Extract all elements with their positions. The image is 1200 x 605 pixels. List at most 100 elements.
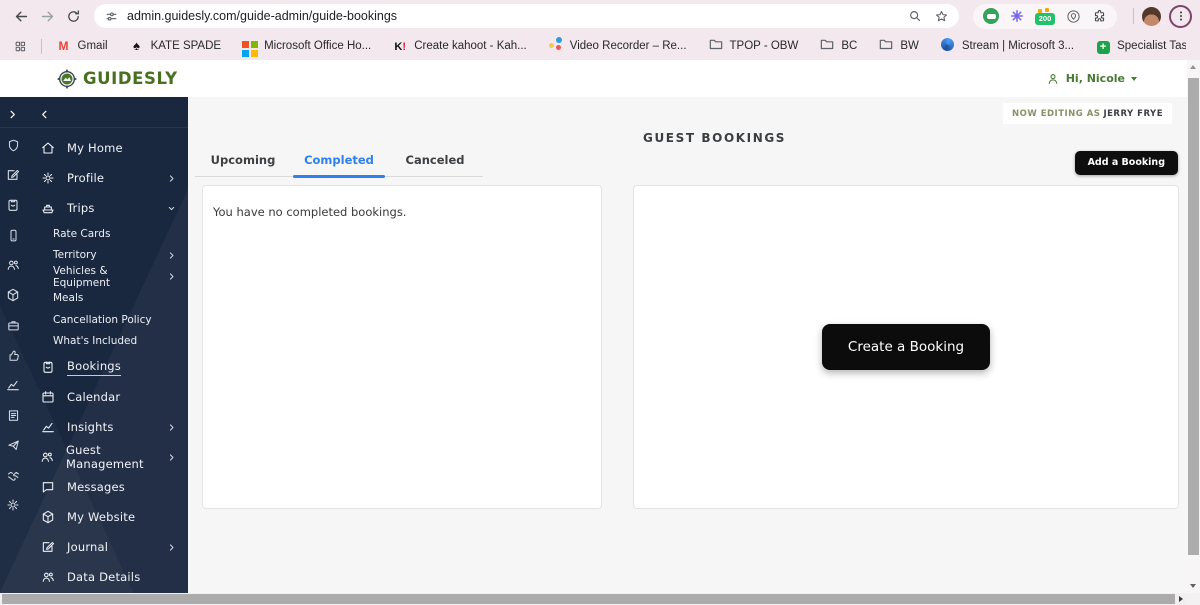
scrollbar-corner — [1187, 593, 1200, 605]
site-settings-icon[interactable] — [104, 9, 119, 24]
vertical-scrollbar[interactable] — [1187, 60, 1200, 593]
bookmark-kate-spade[interactable]: ♠KATE SPADE — [129, 37, 222, 55]
sidebar-item-data-details[interactable]: Data Details — [26, 562, 188, 592]
sidebar-item-my-home[interactable]: My Home — [26, 133, 188, 163]
sidebar-subitem-cancellation-policy[interactable]: Cancellation Policy — [26, 309, 188, 331]
sidebar-subitem-rate-cards[interactable]: Rate Cards — [26, 223, 188, 245]
main-content: NOW EDITING ASJERRY FRYE GUEST BOOKINGS … — [188, 97, 1187, 593]
sidebar-item-profile[interactable]: Profile — [26, 163, 188, 193]
sidebar: My HomeProfileTripsRate CardsTerritoryVe… — [0, 97, 188, 593]
chat-icon — [39, 479, 56, 495]
apps-grid-icon[interactable] — [14, 39, 27, 54]
sidebar-item-calendar[interactable]: Calendar — [26, 382, 188, 412]
gear-icon — [39, 170, 56, 186]
users-icon — [39, 569, 56, 585]
edit-icon — [5, 160, 21, 190]
vertical-scrollbar-thumb[interactable] — [1188, 78, 1199, 555]
location-pin-extension-icon[interactable] — [1066, 9, 1081, 24]
chevron-down-icon — [167, 204, 176, 213]
reload-button[interactable] — [60, 3, 86, 29]
home-icon — [39, 140, 56, 156]
profile-avatar[interactable] — [1142, 7, 1161, 26]
badge-icon — [5, 190, 21, 220]
sidebar-item-bookings[interactable]: Bookings — [26, 352, 188, 382]
chevron-left-icon — [39, 109, 50, 120]
sidebar-item-my-website[interactable]: My Website — [26, 502, 188, 532]
user-menu[interactable]: Hi, Nicole — [1046, 72, 1137, 86]
bookmark-star-icon[interactable] — [934, 9, 949, 24]
extensions-puzzle-icon[interactable] — [1092, 9, 1107, 24]
chevron-right-icon — [167, 543, 176, 552]
now-editing-prefix: NOW EDITING AS — [1012, 109, 1100, 119]
scroll-up-arrow-icon[interactable] — [1190, 65, 1196, 69]
brand-name: GUIDESLY — [83, 69, 178, 88]
briefcase-icon — [6, 310, 21, 340]
sidebar-subitem-vehicles-equipment[interactable]: Vehicles & Equipment — [26, 266, 188, 288]
back-arrow-icon — [13, 8, 30, 25]
forward-button[interactable] — [34, 3, 60, 29]
tab-upcoming[interactable]: Upcoming — [195, 148, 291, 176]
tab-canceled[interactable]: Canceled — [387, 148, 483, 176]
thumbs-up-icon — [6, 340, 21, 370]
sidebar-subitem-territory[interactable]: Territory — [26, 245, 188, 267]
phone-icon — [6, 220, 21, 250]
bookmark-create-kahoot-kah[interactable]: K!Create kahoot - Kah... — [392, 37, 527, 55]
chevron-right-icon — [167, 174, 176, 183]
microsoft-icon — [242, 35, 258, 57]
bookmark-video-recorder-re[interactable]: Video Recorder – Re... — [548, 36, 687, 57]
bookmark-stream-microsoft-3[interactable]: Stream | Microsoft 3... — [940, 36, 1074, 56]
chevron-right-icon — [167, 272, 176, 281]
guidesly-logo[interactable]: GUIDESLY — [56, 68, 178, 90]
back-button[interactable] — [8, 3, 34, 29]
sidebar-item-insights[interactable]: Insights — [26, 412, 188, 442]
sidebar-item-guest-management[interactable]: Guest Management — [26, 442, 188, 472]
horizontal-scrollbar-thumb[interactable] — [2, 594, 1175, 604]
now-editing-banner: NOW EDITING ASJERRY FRYE — [1003, 103, 1172, 124]
sidebar-item-trips[interactable]: Trips — [26, 193, 188, 223]
add-booking-button[interactable]: Add a Booking — [1075, 151, 1178, 175]
chevron-right-icon — [167, 251, 176, 260]
bot-extension-icon[interactable] — [983, 8, 999, 24]
address-bar[interactable]: admin.guidesly.com/guide-admin/guide-boo… — [94, 4, 959, 28]
now-editing-name: JERRY FRYE — [1103, 109, 1163, 119]
url-text[interactable]: admin.guidesly.com/guide-admin/guide-boo… — [127, 9, 900, 23]
sidebar-menu: My HomeProfileTripsRate CardsTerritoryVe… — [26, 133, 188, 592]
create-booking-button[interactable]: Create a Booking — [822, 324, 990, 370]
bookmark-bc[interactable]: BC — [819, 36, 857, 57]
asterisk-extension-icon[interactable] — [1010, 9, 1024, 23]
chevron-right-icon — [167, 453, 176, 462]
greeting-text: Hi, Nicole — [1066, 72, 1125, 85]
empty-state-message: You have no completed bookings. — [203, 186, 601, 238]
sidebar-subitem-what-s-included[interactable]: What's Included — [26, 331, 188, 353]
sidebar-item-messages[interactable]: Messages — [26, 472, 188, 502]
extensions-pill: 200 — [973, 4, 1117, 29]
collapse-sidebar-button[interactable] — [39, 105, 50, 124]
bookmark-bw[interactable]: BW — [878, 36, 919, 57]
browser-chrome: admin.guidesly.com/guide-admin/guide-boo… — [0, 0, 1200, 60]
boat-icon — [39, 200, 56, 216]
scroll-right-arrow-icon[interactable] — [1179, 596, 1183, 602]
sidebar-subitem-meals[interactable]: Meals — [26, 288, 188, 310]
sidebar-collapse-row — [0, 97, 188, 128]
compass-logo-icon — [56, 68, 78, 90]
sidebar-icon-rail — [0, 130, 26, 520]
bookings-tabs: UpcomingCompletedCanceled — [195, 148, 483, 177]
toolbar-divider — [1133, 8, 1134, 24]
zoom-icon[interactable] — [908, 9, 922, 23]
expand-rail-button[interactable] — [7, 105, 18, 124]
package-icon — [39, 509, 56, 525]
coupon-extension-icon[interactable]: 200 — [1035, 8, 1055, 25]
bookmarks-bar: MGmail ♠KATE SPADE Microsoft Office Ho... K… — [0, 32, 1200, 60]
caret-down-icon — [1131, 77, 1137, 81]
tab-completed[interactable]: Completed — [291, 148, 387, 176]
bookmark-specialist-task-track[interactable]: +Specialist Task Track... — [1095, 37, 1186, 56]
bookmark-microsoft-office-ho[interactable]: Microsoft Office Ho... — [242, 35, 371, 57]
bookmark-gmail[interactable]: MGmail — [56, 37, 108, 55]
send-icon — [6, 430, 21, 460]
forward-arrow-icon — [39, 8, 56, 25]
sidebar-item-journal[interactable]: Journal — [26, 532, 188, 562]
bookmark-tpop-obw[interactable]: TPOP - OBW — [708, 36, 799, 57]
horizontal-scrollbar[interactable] — [0, 593, 1187, 605]
browser-menu-button[interactable] — [1169, 5, 1192, 28]
scroll-down-arrow-icon[interactable] — [1190, 584, 1196, 588]
